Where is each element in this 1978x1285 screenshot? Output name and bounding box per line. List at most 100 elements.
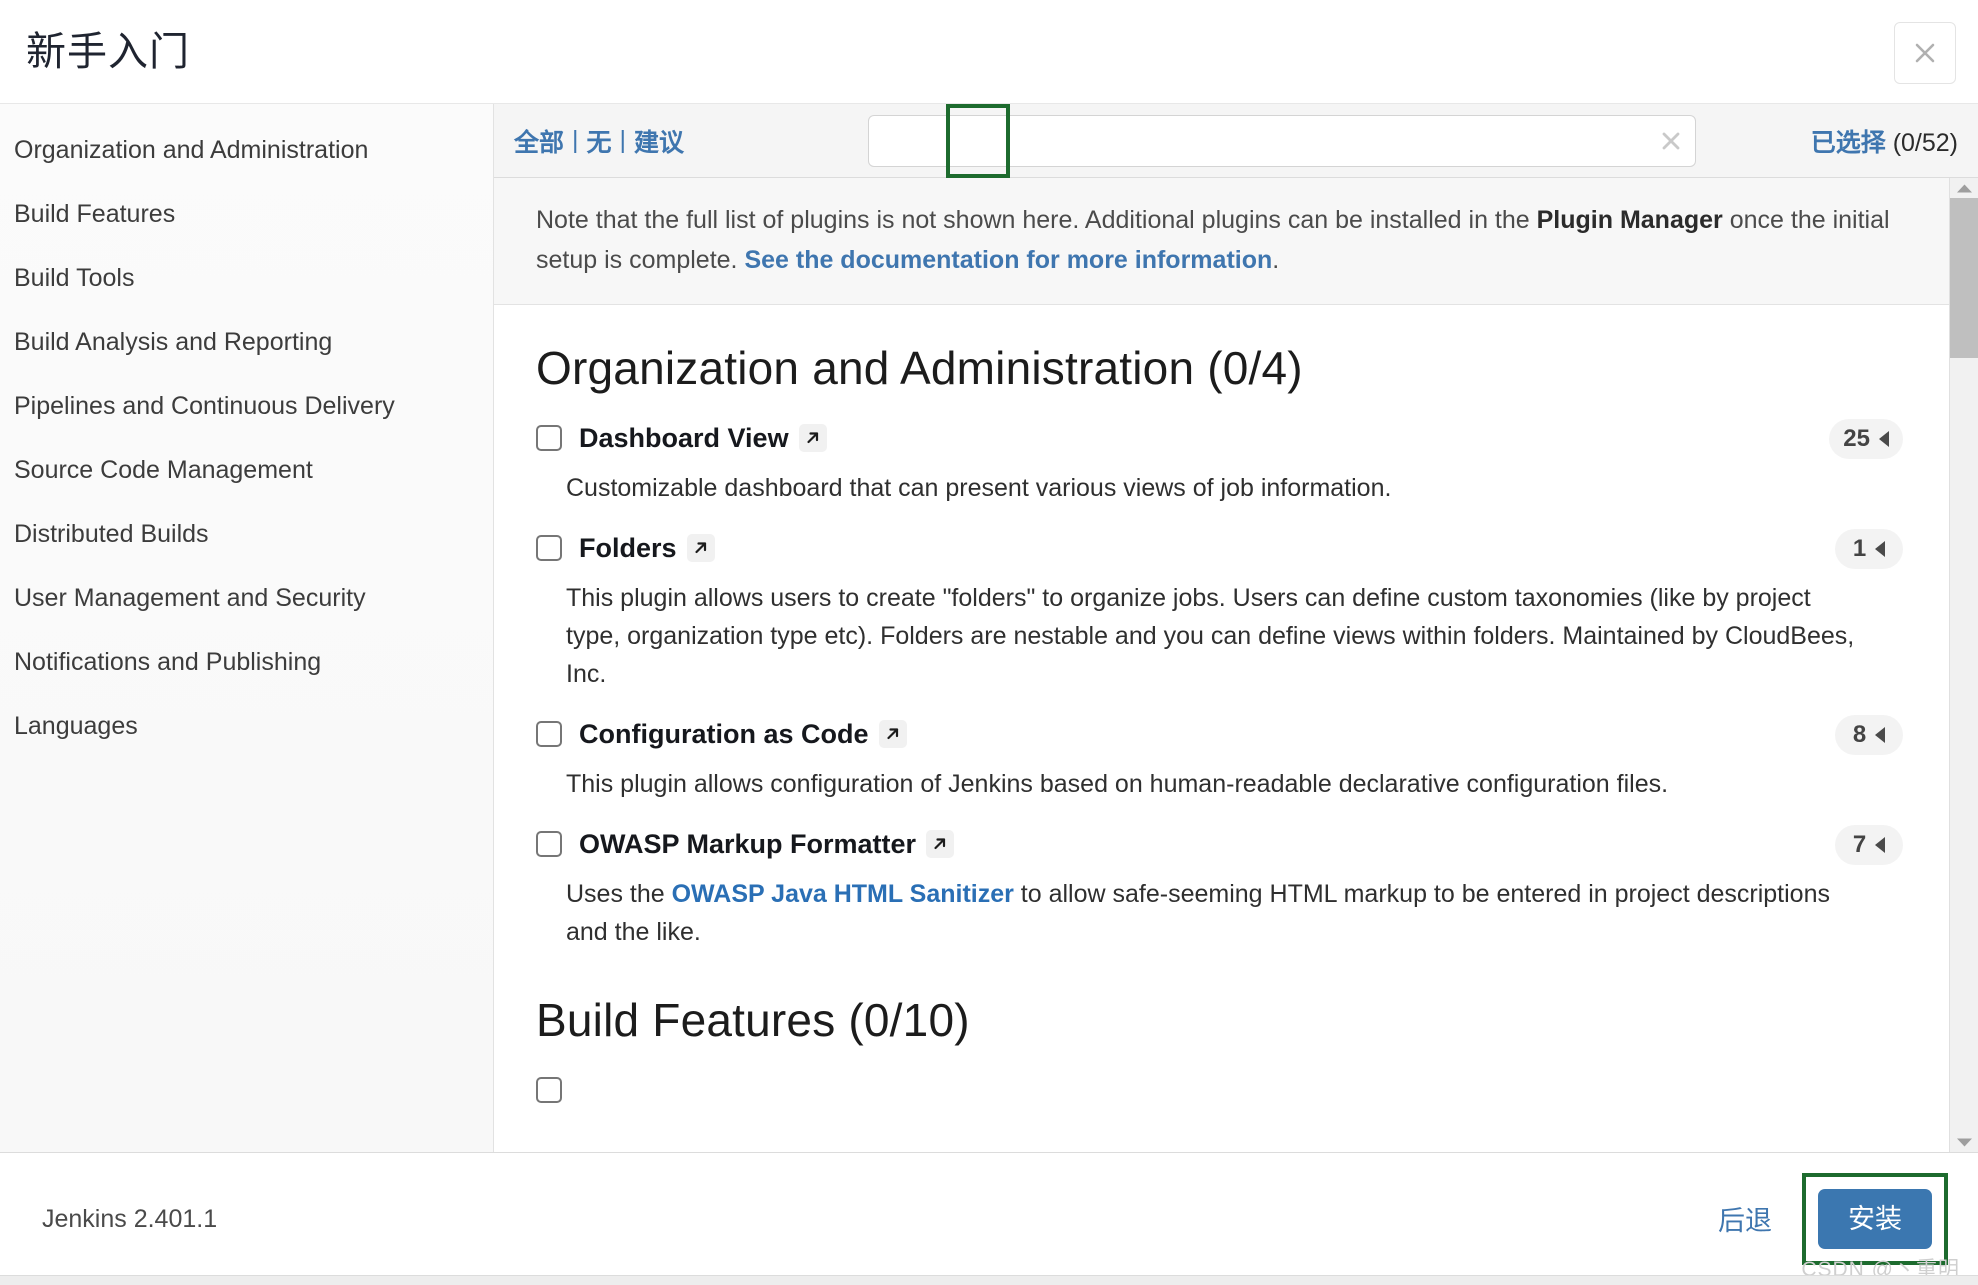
sidebar-item-label: Source Code Management	[14, 455, 313, 484]
plugin-note-banner: Note that the full list of plugins is no…	[494, 178, 1949, 305]
content-row: Note that the full list of plugins is no…	[494, 178, 1978, 1152]
plugin-row: Configuration as Code This plugin allows…	[536, 713, 1909, 809]
page-title: 新手入门	[26, 30, 190, 74]
plugin-header	[536, 1069, 1909, 1111]
plugin-header: Dashboard View	[536, 417, 1909, 459]
close-button[interactable]	[1894, 22, 1956, 84]
plugin-row: OWASP Markup Formatter Uses the OWASP Ja…	[536, 823, 1909, 957]
search-input[interactable]	[868, 114, 1697, 167]
dialog-body: Organization and Administration Build Fe…	[0, 104, 1978, 1153]
plugin-name-configuration-as-code[interactable]: Configuration as Code	[579, 719, 869, 750]
filter-separator: |	[572, 126, 579, 154]
plugin-description: Uses the OWASP Java HTML Sanitizer to al…	[566, 875, 1856, 951]
plugin-dependency-badge[interactable]: 7	[1835, 825, 1903, 865]
filter-separator: |	[619, 126, 627, 154]
plugin-description: Customizable dashboard that can present …	[566, 474, 1392, 502]
bottom-strip	[0, 1275, 1978, 1285]
sidebar-item-label: Notifications and Publishing	[14, 647, 322, 676]
plugin-dependency-badge[interactable]: 8	[1835, 715, 1903, 755]
chevron-left-icon	[1875, 727, 1886, 743]
plugin-row	[536, 1069, 1909, 1117]
install-button-highlight-box: 安装	[1802, 1172, 1948, 1266]
note-text-part3: .	[1272, 246, 1280, 274]
sidebar-item-organization-and-administration[interactable]: Organization and Administration	[0, 118, 493, 182]
note-plugin-manager-bold: Plugin Manager	[1536, 206, 1723, 234]
dependency-count: 7	[1852, 831, 1867, 858]
dependency-count: 8	[1852, 721, 1867, 748]
selected-count: 已选择 (0/52)	[1811, 123, 1958, 159]
plugin-checkbox-configuration-as-code[interactable]	[536, 721, 562, 747]
note-text-part1: Note that the full list of plugins is no…	[536, 206, 1537, 234]
filter-all-link[interactable]: 全部	[512, 123, 566, 159]
external-link-icon[interactable]	[926, 830, 955, 858]
sidebar-item-label: Build Analysis and Reporting	[14, 327, 333, 356]
scrollbar-thumb[interactable]	[1949, 198, 1978, 358]
plugin-checkbox-folders[interactable]	[536, 535, 562, 561]
section-title-organization-and-administration: Organization and Administration (0/4)	[536, 342, 1303, 394]
sidebar-item-pipelines-and-continuous-delivery[interactable]: Pipelines and Continuous Delivery	[0, 374, 493, 438]
scroll-up-arrow-icon[interactable]	[1950, 178, 1978, 198]
sidebar-item-label: User Management and Security	[14, 583, 366, 612]
plugin-checkbox-owasp-markup-formatter[interactable]	[536, 831, 562, 857]
owasp-sanitizer-link[interactable]: OWASP Java HTML Sanitizer	[672, 880, 1014, 908]
selected-label[interactable]: 已选择	[1811, 129, 1886, 157]
filter-bar: 全部 | 无 | 建议 已选择 (0/52)	[494, 104, 1978, 178]
sidebar-item-user-management-and-security[interactable]: User Management and Security	[0, 566, 493, 630]
sidebar-item-label: Pipelines and Continuous Delivery	[14, 391, 395, 420]
external-link-icon[interactable]	[686, 534, 715, 562]
plugin-section: Organization and Administration (0/4) Da…	[494, 341, 1949, 1117]
external-link-icon[interactable]	[878, 720, 907, 748]
chevron-left-icon	[1879, 431, 1889, 447]
plugin-dependency-badge[interactable]: 25	[1829, 419, 1903, 459]
plugin-checkbox-partial[interactable]	[536, 1077, 562, 1103]
plugin-header: Folders	[536, 527, 1909, 569]
plugin-name-dashboard-view[interactable]: Dashboard View	[579, 423, 789, 454]
sidebar-item-label: Distributed Builds	[14, 519, 209, 548]
search-field-wrapper	[868, 114, 1697, 167]
scrollbar-track[interactable]	[1949, 198, 1978, 1132]
plugin-list-scroll-area: Note that the full list of plugins is no…	[494, 178, 1949, 1152]
selected-count-value: (0/52)	[1892, 128, 1958, 157]
close-icon	[1910, 38, 1940, 68]
plugin-checkbox-dashboard-view[interactable]	[536, 425, 562, 451]
chevron-left-icon	[1875, 837, 1886, 853]
back-button[interactable]: 后退	[1718, 1199, 1772, 1238]
chevron-left-icon	[1875, 541, 1886, 557]
plugin-row: Dashboard View Customizable dashboard th…	[536, 417, 1909, 513]
plugin-name-owasp-markup-formatter[interactable]: OWASP Markup Formatter	[579, 829, 916, 860]
filter-suggested-link[interactable]: 建议	[632, 123, 686, 159]
sidebar-item-build-tools[interactable]: Build Tools	[0, 246, 493, 310]
sidebar-item-notifications-and-publishing[interactable]: Notifications and Publishing	[0, 630, 493, 694]
plugin-row: Folders This plugin allows users to crea…	[536, 527, 1909, 699]
filter-none-link[interactable]: 无	[585, 123, 614, 159]
sidebar-item-distributed-builds[interactable]: Distributed Builds	[0, 502, 493, 566]
documentation-link[interactable]: See the documentation for more informati…	[744, 246, 1272, 274]
plugin-name-folders[interactable]: Folders	[579, 533, 677, 564]
sidebar-item-build-features[interactable]: Build Features	[0, 182, 493, 246]
plugin-header: OWASP Markup Formatter	[536, 823, 1909, 865]
clear-search-icon[interactable]	[1658, 128, 1684, 154]
sidebar-item-label: Build Features	[14, 199, 176, 228]
sidebar-item-label: Organization and Administration	[14, 135, 369, 164]
dialog-footer: Jenkins 2.401.1 后退 安装 CSDN @丶重明	[0, 1153, 1978, 1285]
sidebar-item-languages[interactable]: Languages	[0, 694, 493, 758]
footer-actions: 后退 安装	[1718, 1172, 1948, 1266]
dialog-header: 新手入门	[0, 0, 1978, 104]
main-panel: 全部 | 无 | 建议 已选择 (0/52) Note that the ful…	[494, 104, 1978, 1152]
description-text-part1: Uses the	[566, 880, 672, 908]
plugin-dependency-badge[interactable]: 1	[1835, 529, 1903, 569]
dependency-count: 25	[1843, 425, 1870, 452]
getting-started-dialog: 新手入门 Organization and Administration Bui…	[0, 0, 1978, 1285]
category-sidebar: Organization and Administration Build Fe…	[0, 104, 494, 1152]
sidebar-item-source-code-management[interactable]: Source Code Management	[0, 438, 493, 502]
install-button[interactable]: 安装	[1818, 1188, 1932, 1250]
external-link-icon[interactable]	[798, 424, 827, 452]
sidebar-item-label: Languages	[14, 711, 138, 740]
vertical-scrollbar[interactable]	[1949, 178, 1978, 1152]
section-title-build-features: Build Features (0/10)	[536, 994, 970, 1046]
sidebar-item-build-analysis-and-reporting[interactable]: Build Analysis and Reporting	[0, 310, 493, 374]
sidebar-item-label: Build Tools	[14, 263, 135, 292]
filter-links: 全部 | 无 | 建议	[512, 123, 686, 159]
scroll-down-arrow-icon[interactable]	[1950, 1132, 1978, 1152]
jenkins-version-label: Jenkins 2.401.1	[42, 1204, 218, 1233]
